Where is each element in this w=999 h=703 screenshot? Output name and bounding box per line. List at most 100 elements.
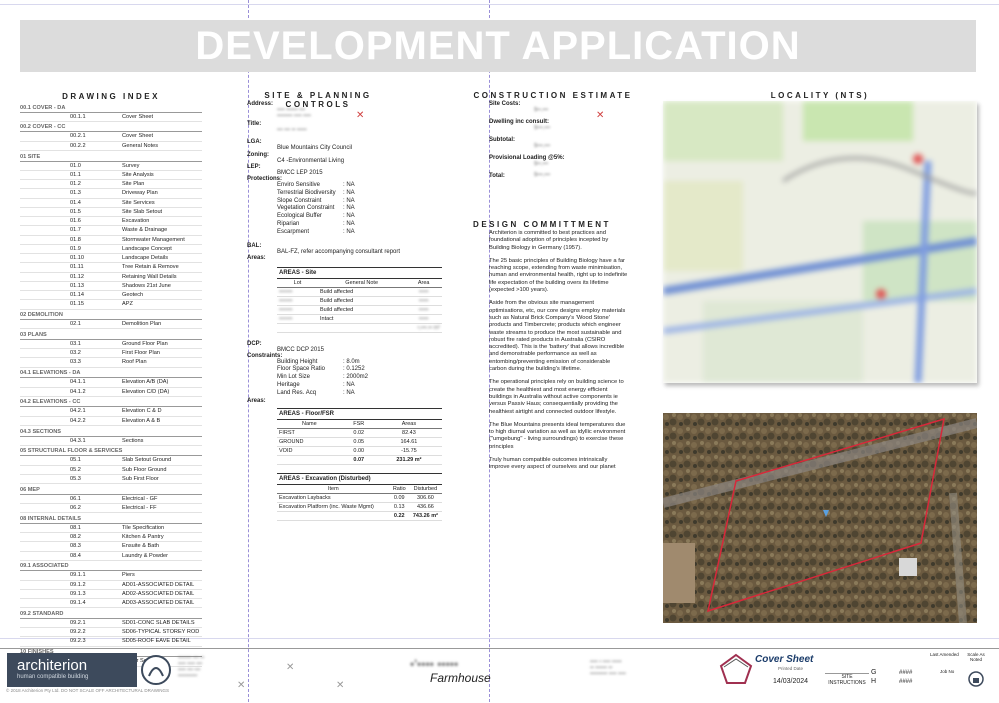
company-details: ••••••• ••• •• •••• •••• ••• •••• ••• ••• •…: [178, 655, 205, 679]
index-row: 03.3 Roof Plan: [20, 358, 202, 368]
index-name: First Floor Plan: [122, 350, 160, 357]
table-cell: 0.22: [389, 510, 409, 521]
areas-excavation-table: AREAS - Excavation (Disturbed) Item Rati…: [277, 472, 442, 521]
index-row: 01.5 Site Slab Setout: [20, 208, 202, 218]
index-name: AD01-ASSOCIATED DETAIL: [122, 581, 195, 588]
index-group-label: 02 DEMOLITION: [20, 312, 202, 321]
index-name: Electrical - GF: [122, 495, 158, 502]
index-row: 09.2.1 SD01-CONC SLAB DETAILS: [20, 619, 202, 629]
index-code: 01.12: [70, 273, 84, 280]
index-code: 04.1.2: [70, 388, 86, 395]
kv-value: : NA: [343, 197, 355, 204]
index-row: 08.3 Ensuite & Bath: [20, 542, 202, 552]
kv-row: Land Res. Acq: NA: [277, 390, 442, 398]
kv-key: Ecological Buffer: [277, 213, 322, 220]
index-row: 03.2 First Floor Plan: [20, 349, 202, 359]
table-cell: 231.29 m²: [375, 454, 442, 465]
area-cell: •••••: [405, 296, 442, 306]
total-value: $•••,•••: [534, 172, 551, 178]
kv-value: : 0.1252: [343, 366, 365, 373]
close-icon: ✕: [336, 680, 345, 691]
index-code: 06.2: [70, 504, 81, 511]
locality-map[interactable]: [663, 101, 977, 383]
kv-row: Riparian: NA: [277, 221, 442, 229]
index-row: 01.15 APZ: [20, 300, 202, 310]
note-cell: Build affected: [318, 287, 406, 297]
kv-key: Slope Constraint: [277, 197, 322, 204]
kv-value: : NA: [343, 228, 355, 235]
kv-value: : NA: [343, 182, 355, 188]
index-name: AD03-ASSOCIATED DETAIL: [122, 600, 195, 607]
index-code: 09.1.1: [70, 572, 86, 579]
table-cell: 164.61: [375, 437, 442, 447]
index-row: 06.2 Electrical - FF: [20, 504, 202, 514]
scale-label: Scale As Noted: [967, 652, 985, 662]
index-name: Sections: [122, 437, 144, 444]
construction-estimate: Site Costs: $••,••• Dwelling inc consult…: [489, 101, 629, 179]
index-group-label: 08 INTERNAL DETAILS: [20, 516, 202, 524]
table-cell: 82.43: [375, 428, 442, 438]
kv-value: : NA: [343, 205, 355, 212]
index-name: Stormwater Management: [122, 236, 185, 243]
index-group-label: 09.1 ASSOCIATED: [20, 563, 202, 572]
area-cell: •••••: [405, 305, 442, 315]
index-code: 09.1.2: [70, 581, 86, 588]
index-row: 00.2.2 General Notes: [20, 142, 202, 151]
table-cell: 0.02: [341, 428, 376, 438]
close-icon: ✕: [237, 680, 246, 691]
index-group-label: 00.2 COVER - CC: [20, 124, 202, 133]
h-label: H: [871, 678, 877, 685]
col-header: Ratio: [389, 484, 409, 494]
index-code: 04.2.1: [70, 408, 86, 415]
site-planning: Address: •••• •••••• ••• •••••••• •••• ••…: [247, 101, 442, 521]
job-no-label: Job No: [940, 669, 955, 674]
index-code: 06.1: [70, 495, 81, 502]
areas-label: Areas:: [247, 254, 266, 261]
index-row: 04.1.2 Elevation C/D (DA): [20, 388, 202, 397]
col-header: Item: [277, 484, 390, 494]
index-name: AD02-ASSOCIATED DETAIL: [122, 590, 195, 597]
site-instructions: SITE INSTRUCTIONS: [825, 673, 869, 686]
kv-key: Min Lot Size: [277, 374, 311, 381]
index-code: 01.11: [70, 264, 84, 271]
kv-row: Enviro Sensitive : NA: [277, 182, 442, 190]
table-row: ••••••• Intact •••••: [277, 314, 442, 324]
note-cell: Intact: [318, 314, 406, 324]
arch-logo: [718, 652, 754, 686]
table-cell: 0.07: [341, 454, 376, 465]
kv-row: Building Height: 8.0m: [277, 359, 442, 367]
index-code: 09.2.1: [70, 619, 86, 626]
index-group-label: 06 MEP: [20, 487, 202, 495]
index-row: 01.12 Retaining Wall Details: [20, 273, 202, 282]
index-group-label: 03 PLANS: [20, 332, 202, 340]
index-code: 09.1.4: [70, 600, 86, 607]
kv-row: Escarpment: NA: [277, 229, 442, 237]
project-name: •'•••• •••••: [410, 657, 459, 671]
table-cell: 306.60: [408, 493, 442, 503]
index-code: 04.3.1: [70, 437, 86, 444]
index-row: 05.3 Sub First Floor: [20, 475, 202, 485]
index-name: Cover Sheet: [122, 113, 154, 120]
drawing-index-title: DRAWING INDEX: [62, 92, 160, 101]
h-value: ####: [899, 679, 913, 685]
index-name: APZ: [122, 301, 133, 308]
index-code: 03.2: [70, 350, 81, 357]
table-row: FIRST 0.02 82.43: [277, 428, 442, 438]
drawing-index: 00.1 COVER - DA 00.1.1 Cover Sheet 00.2 COV…: [20, 102, 202, 667]
index-name: Elevation A & B: [122, 417, 161, 424]
table-row: ••••••• Build affected •••••: [277, 305, 442, 315]
title-block: architerion human compatible building ••…: [0, 648, 999, 703]
design-paragraph: Aside from the obvious site management o…: [489, 300, 626, 373]
kv-key: Enviro Sensitive: [277, 182, 321, 188]
aerial-photo[interactable]: [663, 413, 977, 623]
index-code: 01.7: [70, 227, 81, 234]
kv-value: : NA: [343, 189, 355, 196]
kv-key: Building Height: [277, 358, 318, 365]
areas-site-title: AREAS - Site: [277, 266, 442, 279]
areas-floor-title: AREAS - Floor/FSR: [277, 407, 442, 420]
index-code: 01.5: [70, 208, 81, 215]
client-address: •••• • •••• ••••• •• •••••• •• ••••••••• •…: [590, 659, 626, 677]
table-cell: Excavation Laybacks: [277, 493, 390, 503]
index-row: 04.1.1 Elevation A/B (DA): [20, 378, 202, 388]
index-name: Electrical - FF: [122, 504, 157, 511]
